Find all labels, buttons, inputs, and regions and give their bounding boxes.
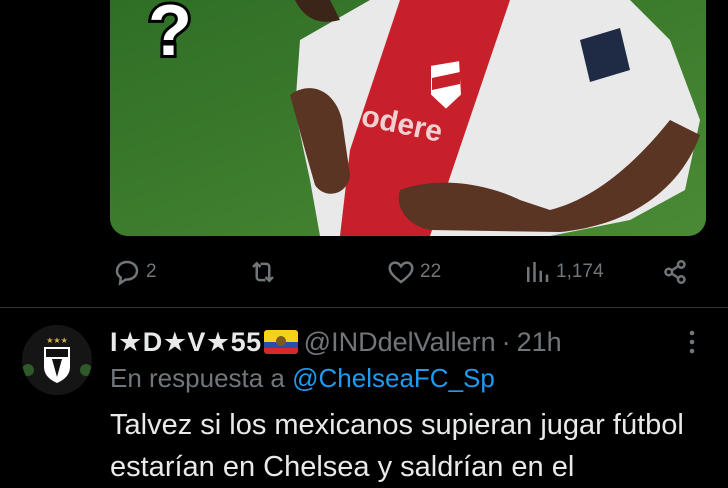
reply-context: En respuesta a @ChelseaFC_Sp — [110, 363, 495, 394]
reply-mention-link[interactable]: @ChelseaFC_Sp — [292, 363, 495, 393]
tweet-media-image[interactable]: odere ? — [110, 0, 706, 236]
media-photo: odere ? — [110, 0, 706, 236]
timestamp[interactable]: 21h — [517, 327, 562, 358]
heart-icon — [388, 261, 414, 284]
tweet-divider — [0, 307, 728, 308]
retweet-button[interactable] — [248, 254, 282, 290]
display-name[interactable]: I★D★V★55 — [110, 327, 262, 358]
more-vertical-icon — [689, 330, 695, 354]
media-overlay-text: ? — [148, 0, 192, 71]
reply-count: 2 — [146, 261, 157, 282]
reply-tweet-header: I★D★V★55 @INDdelVallern · 21h — [110, 322, 562, 362]
share-icon — [664, 260, 686, 284]
view-count: 1,174 — [556, 261, 604, 282]
share-button[interactable] — [660, 254, 690, 290]
reply-icon — [115, 260, 139, 286]
like-count: 22 — [420, 261, 442, 282]
ecuador-flag-icon — [263, 330, 298, 354]
views-button[interactable]: 1,174 — [522, 254, 604, 290]
reply-prefix: En respuesta a — [110, 363, 293, 393]
tweet-body-text: Talvez si los mexicanos supieran jugar f… — [110, 409, 684, 483]
analytics-icon — [527, 262, 549, 282]
user-handle[interactable]: @INDdelVallern — [304, 327, 496, 358]
svg-text:★★★: ★★★ — [46, 336, 68, 345]
avatar[interactable]: ★★★ — [22, 325, 92, 395]
like-button[interactable]: 22 — [386, 254, 441, 290]
tweet-action-bar: 2 22 1,174 — [0, 254, 728, 290]
reply-button[interactable]: 2 — [112, 254, 157, 290]
retweet-icon — [252, 261, 274, 283]
separator-dot: · — [501, 326, 511, 357]
more-options-button[interactable] — [684, 328, 700, 356]
club-crest-icon: ★★★ — [22, 325, 92, 395]
